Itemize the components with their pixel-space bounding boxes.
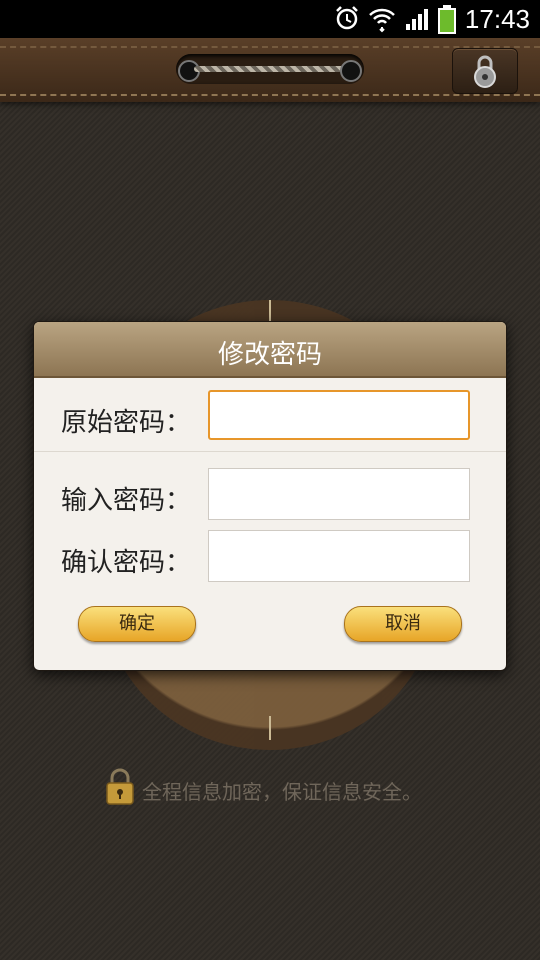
padlock-icon	[106, 768, 134, 805]
confirm-button[interactable]: 确定	[78, 606, 196, 642]
status-time: 17:43	[464, 4, 530, 34]
zipper-decoration	[176, 54, 364, 84]
security-note-text: 全程信息加密，保证信息安全。	[142, 780, 422, 804]
confirm-password-input[interactable]	[208, 530, 470, 582]
new-password-row: 输入密码：	[34, 468, 506, 522]
confirm-password-label: 确认密码：	[61, 548, 192, 578]
zipper-rope	[194, 66, 346, 72]
dialog-title: 修改密码	[34, 322, 506, 378]
old-password-input[interactable]	[208, 390, 470, 440]
confirm-password-row: 确认密码：	[34, 530, 506, 584]
lock-button[interactable]	[452, 48, 518, 94]
security-note: 全程信息加密，保证信息安全。	[104, 766, 484, 806]
wifi-icon	[368, 5, 396, 37]
old-password-row: 原始密码：	[34, 390, 506, 444]
cancel-button[interactable]: 取消	[344, 606, 462, 642]
new-password-label: 输入密码：	[61, 486, 192, 516]
dialog-divider	[34, 451, 506, 452]
new-password-input[interactable]	[208, 468, 470, 520]
dial-tick	[269, 716, 271, 740]
alarm-icon	[334, 5, 360, 35]
lock-icon	[474, 55, 496, 88]
change-password-dialog: 修改密码 原始密码： 输入密码： 确认密码： 确定 取消	[33, 321, 507, 671]
status-bar: 17:43	[0, 0, 540, 38]
old-password-label: 原始密码：	[61, 408, 192, 438]
battery-icon	[436, 5, 458, 39]
signal-icon	[404, 5, 432, 37]
zipper-right-eyelet	[340, 60, 362, 82]
